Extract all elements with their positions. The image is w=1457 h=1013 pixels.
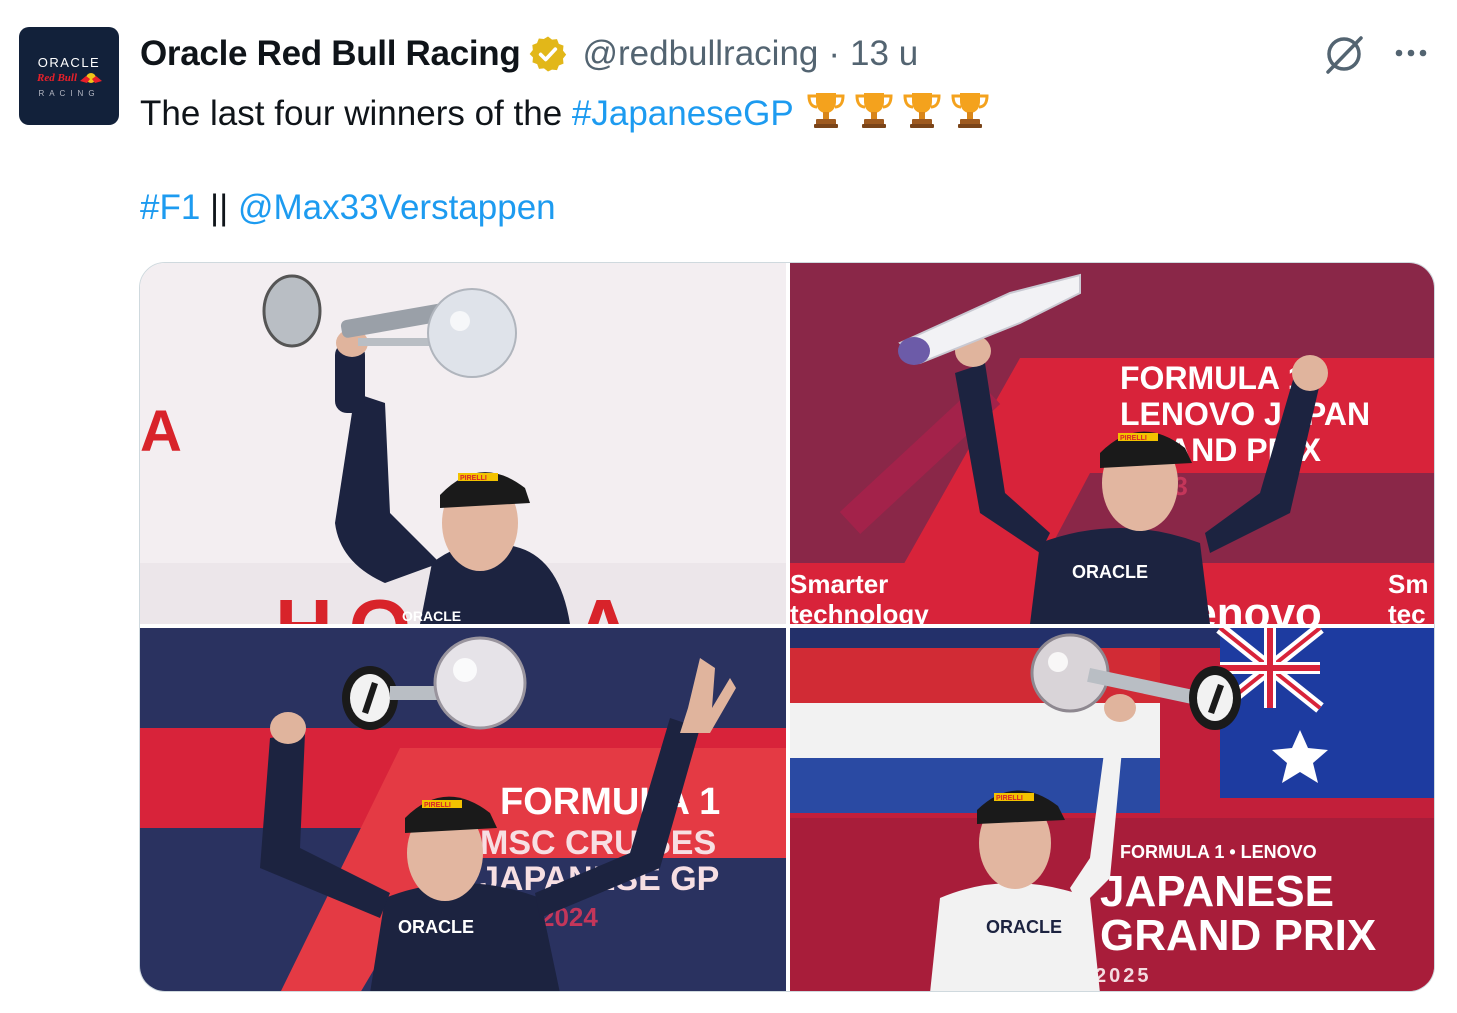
photo-2-illustration: FORMULA 1 LENOVO JAPAN GRAND PRIX 2023 S…: [790, 263, 1434, 624]
avatar-text-oracle: ORACLE: [37, 55, 101, 70]
photo-1-illustration: A HONDA PIRELLI ORACLE: [140, 263, 786, 624]
trophy-icon: [903, 93, 941, 128]
author-handle[interactable]: @redbullracing: [582, 34, 818, 74]
media-photo-4[interactable]: FORMULA 1 • LENOVO JAPANESE GRAND PRIX 2…: [790, 628, 1434, 991]
sponsor-left-2: technology: [790, 599, 929, 624]
avatar[interactable]: ORACLE Red Bull RACING: [19, 27, 119, 125]
cap-text: PIRELLI: [1120, 435, 1147, 442]
mention-max33verstappen-link[interactable]: @Max33Verstappen: [238, 188, 556, 227]
sponsor-left-1: Smarter: [790, 569, 888, 599]
media-grid: A HONDA PIRELLI ORACLE: [139, 262, 1435, 992]
trophy-emojis: [794, 93, 992, 133]
banner-line3: GRAND PRIX: [1100, 911, 1376, 960]
timestamp[interactable]: 13 u: [850, 34, 918, 74]
bull-logo-icon: [80, 73, 102, 83]
media-photo-1[interactable]: A HONDA PIRELLI ORACLE: [140, 263, 786, 624]
media-photo-3[interactable]: FORMULA 1 MSC CRUISES JAPANESE GP 2024 P…: [140, 628, 786, 991]
cap-text: PIRELLI: [460, 475, 487, 482]
more-icon[interactable]: [1388, 32, 1434, 74]
banner-line1: FORMULA 1 • LENOVO: [1120, 842, 1317, 862]
tweet-text: The last four winners of the: [140, 94, 572, 133]
suit-text: ORACLE: [1072, 562, 1148, 582]
banner-line1: FORMULA 1: [1120, 360, 1305, 396]
trophy-icon: [951, 93, 989, 128]
trophy-icon: [855, 93, 893, 128]
tweet-text-line2: #F1 || @Max33Verstappen: [140, 188, 556, 228]
avatar-text-redbull: Red Bull: [37, 72, 78, 84]
cap-text: PIRELLI: [996, 795, 1023, 802]
suit-text: ORACLE: [986, 917, 1062, 937]
tweet-text-line1: The last four winners of the #JapaneseGP: [140, 88, 992, 134]
grok-icon[interactable]: [1320, 30, 1368, 78]
banner-line2: JAPANESE: [1100, 867, 1334, 916]
author-display-name[interactable]: Oracle Red Bull Racing: [140, 34, 521, 74]
cap-text: PIRELLI: [424, 802, 451, 809]
tweet-header: Oracle Red Bull Racing @redbullracing · …: [140, 30, 918, 78]
photo-3-illustration: FORMULA 1 MSC CRUISES JAPANESE GP 2024 P…: [140, 628, 786, 991]
verified-badge-icon[interactable]: [528, 34, 568, 74]
media-photo-2[interactable]: FORMULA 1 LENOVO JAPAN GRAND PRIX 2023 S…: [790, 263, 1434, 624]
banner-top-text: A: [140, 399, 182, 464]
banner-line2: LENOVO JAPAN: [1120, 396, 1370, 432]
banner-line2: MSC CRUISES: [480, 824, 716, 862]
separator-text: ||: [200, 188, 238, 227]
hashtag-f1-link[interactable]: #F1: [140, 188, 200, 227]
banner-line1: FORMULA 1: [500, 781, 720, 823]
photo-4-illustration: FORMULA 1 • LENOVO JAPANESE GRAND PRIX 2…: [790, 628, 1434, 991]
suit-text: ORACLE: [398, 917, 474, 937]
hashtag-japanesegp-link[interactable]: #JapaneseGP: [572, 94, 794, 133]
trophy-icon: [807, 93, 845, 128]
banner-year: 2025: [1095, 965, 1152, 987]
sponsor-right-2: tec: [1388, 599, 1426, 624]
time-separator: ·: [828, 34, 841, 73]
sponsor-right-1: Sm: [1388, 569, 1428, 599]
avatar-text-racing: RACING: [38, 89, 100, 98]
suit-text: ORACLE: [402, 608, 461, 624]
